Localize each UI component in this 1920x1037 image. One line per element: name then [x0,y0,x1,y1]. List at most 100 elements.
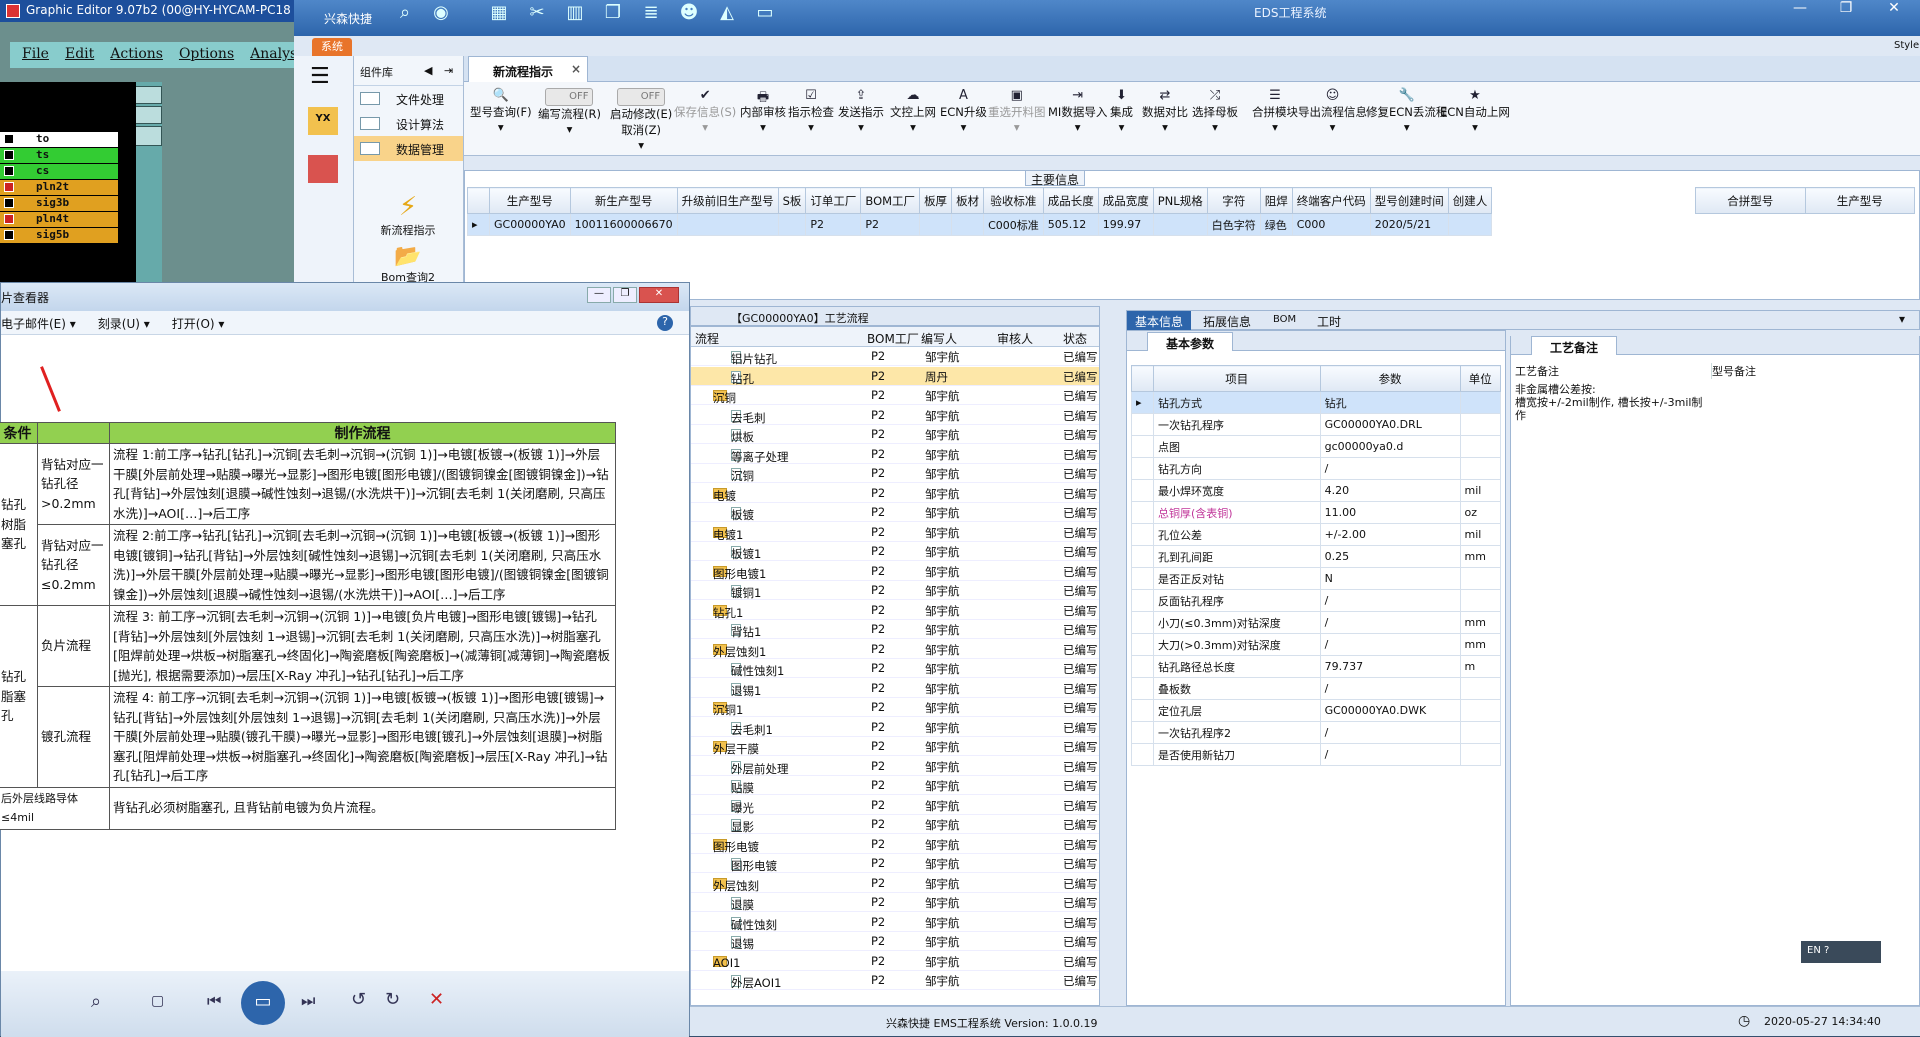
monitor-icon[interactable]: ▭ [750,2,780,28]
ribbon-button[interactable]: 🔍 型号查询(F) ▾ [470,88,532,134]
info-param[interactable]: / [1319,457,1461,480]
tree-row[interactable]: ⊟ 电镀1P2邹宇航已编写 [691,523,1099,542]
ribbon-button[interactable]: ⇥ MI数据导入 ▾ [1048,88,1107,134]
dropdown-icon[interactable]: ▾ [1075,120,1081,134]
layer-toggle-icon[interactable] [4,166,14,176]
tree-row[interactable]: ⊟ AOI1P2邹宇航已编写 [691,952,1099,971]
main-cell[interactable]: 绿色 [1259,213,1293,236]
tab-extend-info[interactable]: 拓展信息 [1203,313,1251,330]
dropdown-icon[interactable]: ▾ [567,122,573,136]
info-param[interactable]: 4.20 [1319,479,1461,502]
tree-row[interactable]: 板镀1 P2 邹宇航 已编写 [691,542,1099,561]
search-icon[interactable]: ⌕ [390,2,420,28]
tree-row[interactable]: ⊟ 电镀P2邹宇航已编写 [691,484,1099,503]
dropdown-icon[interactable]: ▾ [498,120,504,134]
ribbon-button[interactable]: A ECN升级 ▾ [940,88,987,134]
info-row[interactable]: 叠板数 / [1131,677,1502,700]
info-param[interactable]: GC00000YA0.DRL [1319,413,1461,436]
main-cell[interactable]: 199.97 [1097,213,1154,236]
main-cell[interactable]: C000 [1291,213,1371,236]
side-col-header[interactable]: 合拼型号 [1695,187,1806,214]
dropdown-icon[interactable]: ▾ [702,120,708,134]
user-icon[interactable]: ☻ [674,2,704,28]
dropdown-icon[interactable]: ▾ [1472,120,1478,134]
maximize-button[interactable]: ❐ [1824,0,1868,22]
bom-query-button[interactable]: 📂 Bom查询2 [358,244,458,285]
tree-row[interactable]: 去毛刺1 P2 邹宇航 已编写 [691,718,1099,737]
ribbon-button[interactable]: ☑ 指示检查 ▾ [788,88,834,134]
group-item-data-management[interactable]: 数据管理 [354,136,463,161]
scissors-icon[interactable]: ✂ [522,2,552,28]
main-cell[interactable]: GC00000YA0 [489,213,571,236]
new-flow-button[interactable]: ⚡ 新流程指示 [358,192,458,238]
language-bar[interactable]: EN ? [1801,941,1881,963]
info-row[interactable]: 小刀(≤0.3mm)对钻深度 / mm [1131,611,1502,634]
main-cell[interactable]: 505.12 [1042,213,1099,236]
tab-close-icon[interactable]: × [571,62,581,76]
yx-logo-icon[interactable]: YX [308,107,338,135]
copy-icon[interactable]: ❐ [598,2,628,28]
layer-toggle-icon[interactable] [4,134,14,144]
main-col-header[interactable]: 新生产型号 [569,187,678,214]
tab-base-params[interactable]: 基本参数 [1147,332,1233,351]
tree-row[interactable]: ⊟ 外层蚀刻1P2邹宇航已编写 [691,640,1099,659]
layer-row[interactable]: to [0,132,118,147]
main-col-header[interactable]: 生产型号 [489,187,571,214]
main-col-header[interactable]: BOM工厂 [860,187,921,214]
tree-col-flow[interactable]: 流程 [695,330,719,347]
ribbon-button[interactable]: ★ ECN自动上网 ▾ [1440,88,1510,134]
menu-burn[interactable]: 刻录(U) ▾ [98,315,150,334]
main-cell[interactable]: 10011600006670 [569,213,678,236]
dropdown-icon[interactable]: ▾ [858,120,864,134]
info-param[interactable]: / [1319,633,1461,656]
layer-row[interactable]: cs [0,164,118,179]
ribbon-button[interactable]: OFF 启动修改(E) 取消(Z) ▾ [610,88,672,152]
system-tab[interactable]: 系统 [312,38,352,56]
main-col-header[interactable]: 成品长度 [1042,187,1099,214]
tree-row[interactable]: 沉铜 P2 邹宇航 已编写 [691,464,1099,483]
tree-row[interactable]: 图形电镀 P2 邹宇航 已编写 [691,854,1099,873]
previous-icon[interactable]: ⏮ [207,991,221,1011]
list-icon[interactable]: ≣ [636,2,666,28]
tree-row[interactable]: 去毛刺 P2 邹宇航 已编写 [691,406,1099,425]
ribbon-button[interactable]: ⇪ 发送指示 ▾ [838,88,884,134]
tree-row[interactable]: 钻孔 P2 周丹 已编写 [691,366,1099,386]
layer-row[interactable]: pln4t [0,212,118,227]
off-toggle[interactable]: OFF [617,88,666,106]
info-col-item[interactable]: 项目 [1153,365,1321,392]
dropdown-icon[interactable]: ▾ [1330,120,1336,134]
dropdown-icon[interactable]: ▾ [760,120,766,134]
tree-col-status[interactable]: 状态 [1063,330,1087,347]
info-row[interactable]: 钻孔路径总长度 79.737 m [1131,655,1502,678]
main-col-header[interactable]: 终端客户代码 [1291,187,1371,214]
tree-row[interactable]: 退膜 P2 邹宇航 已编写 [691,893,1099,912]
tree-row[interactable]: 退锡 P2 邹宇航 已编写 [691,932,1099,951]
main-col-header[interactable]: 订单工厂 [805,187,862,214]
info-row[interactable]: 一次钻孔程序 GC00000YA0.DRL [1131,413,1502,436]
dropdown-icon[interactable]: ▾ [1014,120,1020,134]
viewer-help-icon[interactable]: ? [657,315,673,331]
dropdown-icon[interactable]: ▾ [1119,120,1125,134]
tree-row[interactable]: ⊟ 外层蚀刻P2邹宇航已编写 [691,874,1099,893]
info-col-param[interactable]: 参数 [1319,365,1461,392]
ribbon-button[interactable]: ⬇ 集成 ▾ [1110,88,1133,134]
ribbon-button[interactable]: ☁ 文控上网 ▾ [890,88,936,134]
menu-edit[interactable]: Edit [65,46,94,64]
main-col-header[interactable]: 创建人 [1447,187,1493,214]
tree-row[interactable]: 背钻1 P2 邹宇航 已编写 [691,620,1099,639]
main-cell[interactable] [919,213,953,236]
tree-row[interactable]: 外层AOI1 P2 邹宇航 已编写 [691,971,1099,990]
tree-row[interactable]: ⊟ 图形电镀P2邹宇航已编写 [691,835,1099,854]
info-row[interactable]: 最小焊环宽度 4.20 mil [1131,479,1502,502]
dropdown-icon[interactable]: ▾ [808,120,814,134]
main-col-header[interactable]: 板厚 [919,187,953,214]
menu-options[interactable]: Options [179,46,234,64]
main-col-header[interactable]: 升级前旧生产型号 [676,187,779,214]
info-param[interactable]: / [1319,611,1461,634]
dropdown-icon[interactable]: ▾ [1162,120,1168,134]
main-col-header[interactable]: 成品宽度 [1097,187,1154,214]
ribbon-button[interactable]: 🖶 内部审核 ▾ [740,88,786,134]
tree-row[interactable]: ⊟ 沉铜1P2邹宇航已编写 [691,698,1099,717]
tab-basic-info[interactable]: 基本信息 [1127,311,1191,330]
main-cell[interactable] [1152,213,1208,236]
